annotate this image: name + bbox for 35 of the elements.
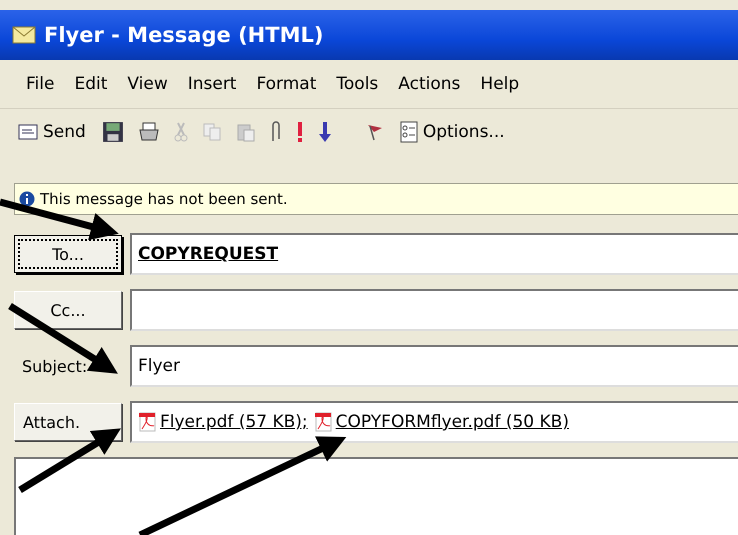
down-arrow-icon[interactable]	[318, 121, 332, 143]
send-icon	[18, 124, 38, 140]
attach-button[interactable]: Attach.	[14, 403, 122, 441]
input-field[interactable]	[130, 289, 738, 331]
attachment-link[interactable]: COPYFORMflyer.pdf (50 KB)	[336, 412, 569, 432]
pdf-icon	[314, 412, 334, 432]
window-title: Flyer - Message (HTML)	[44, 23, 324, 47]
field-label: Subject:	[21, 356, 88, 376]
info-message: This message has not been sent.	[40, 190, 288, 208]
menu-item[interactable]: Insert	[188, 74, 236, 94]
save-icon[interactable]	[102, 121, 124, 143]
menu-item[interactable]: Edit	[74, 74, 108, 94]
menu-item[interactable]: Tools	[336, 74, 378, 94]
message-body[interactable]	[14, 457, 738, 535]
address-button[interactable]: Cc...	[14, 291, 122, 329]
exclamation-icon[interactable]	[296, 121, 304, 143]
address-button[interactable]: To...	[14, 235, 122, 273]
info-icon	[19, 191, 35, 207]
options-icon	[400, 121, 418, 143]
paperclip-icon[interactable]	[270, 121, 282, 143]
attachment-link[interactable]: Flyer.pdf (57 KB);	[160, 412, 308, 432]
flag-icon[interactable]	[366, 123, 384, 141]
options-button[interactable]: Options...	[398, 119, 507, 145]
pdf-icon	[138, 412, 158, 432]
envelope-icon	[12, 26, 36, 44]
menu-item[interactable]: View	[127, 74, 168, 94]
menu-item[interactable]: Help	[480, 74, 520, 94]
input-field[interactable]: Flyer	[130, 345, 738, 387]
menu-item[interactable]: File	[26, 74, 54, 94]
send-button[interactable]: Send	[16, 120, 88, 144]
input-field[interactable]: COPYREQUEST	[130, 233, 738, 275]
print-icon[interactable]	[138, 122, 160, 142]
attachment-field[interactable]: Flyer.pdf (57 KB); COPYFORMflyer.pdf (50 KB)	[130, 401, 738, 443]
menu-item[interactable]: Format	[256, 74, 316, 94]
menu-item[interactable]: Actions	[398, 74, 460, 94]
